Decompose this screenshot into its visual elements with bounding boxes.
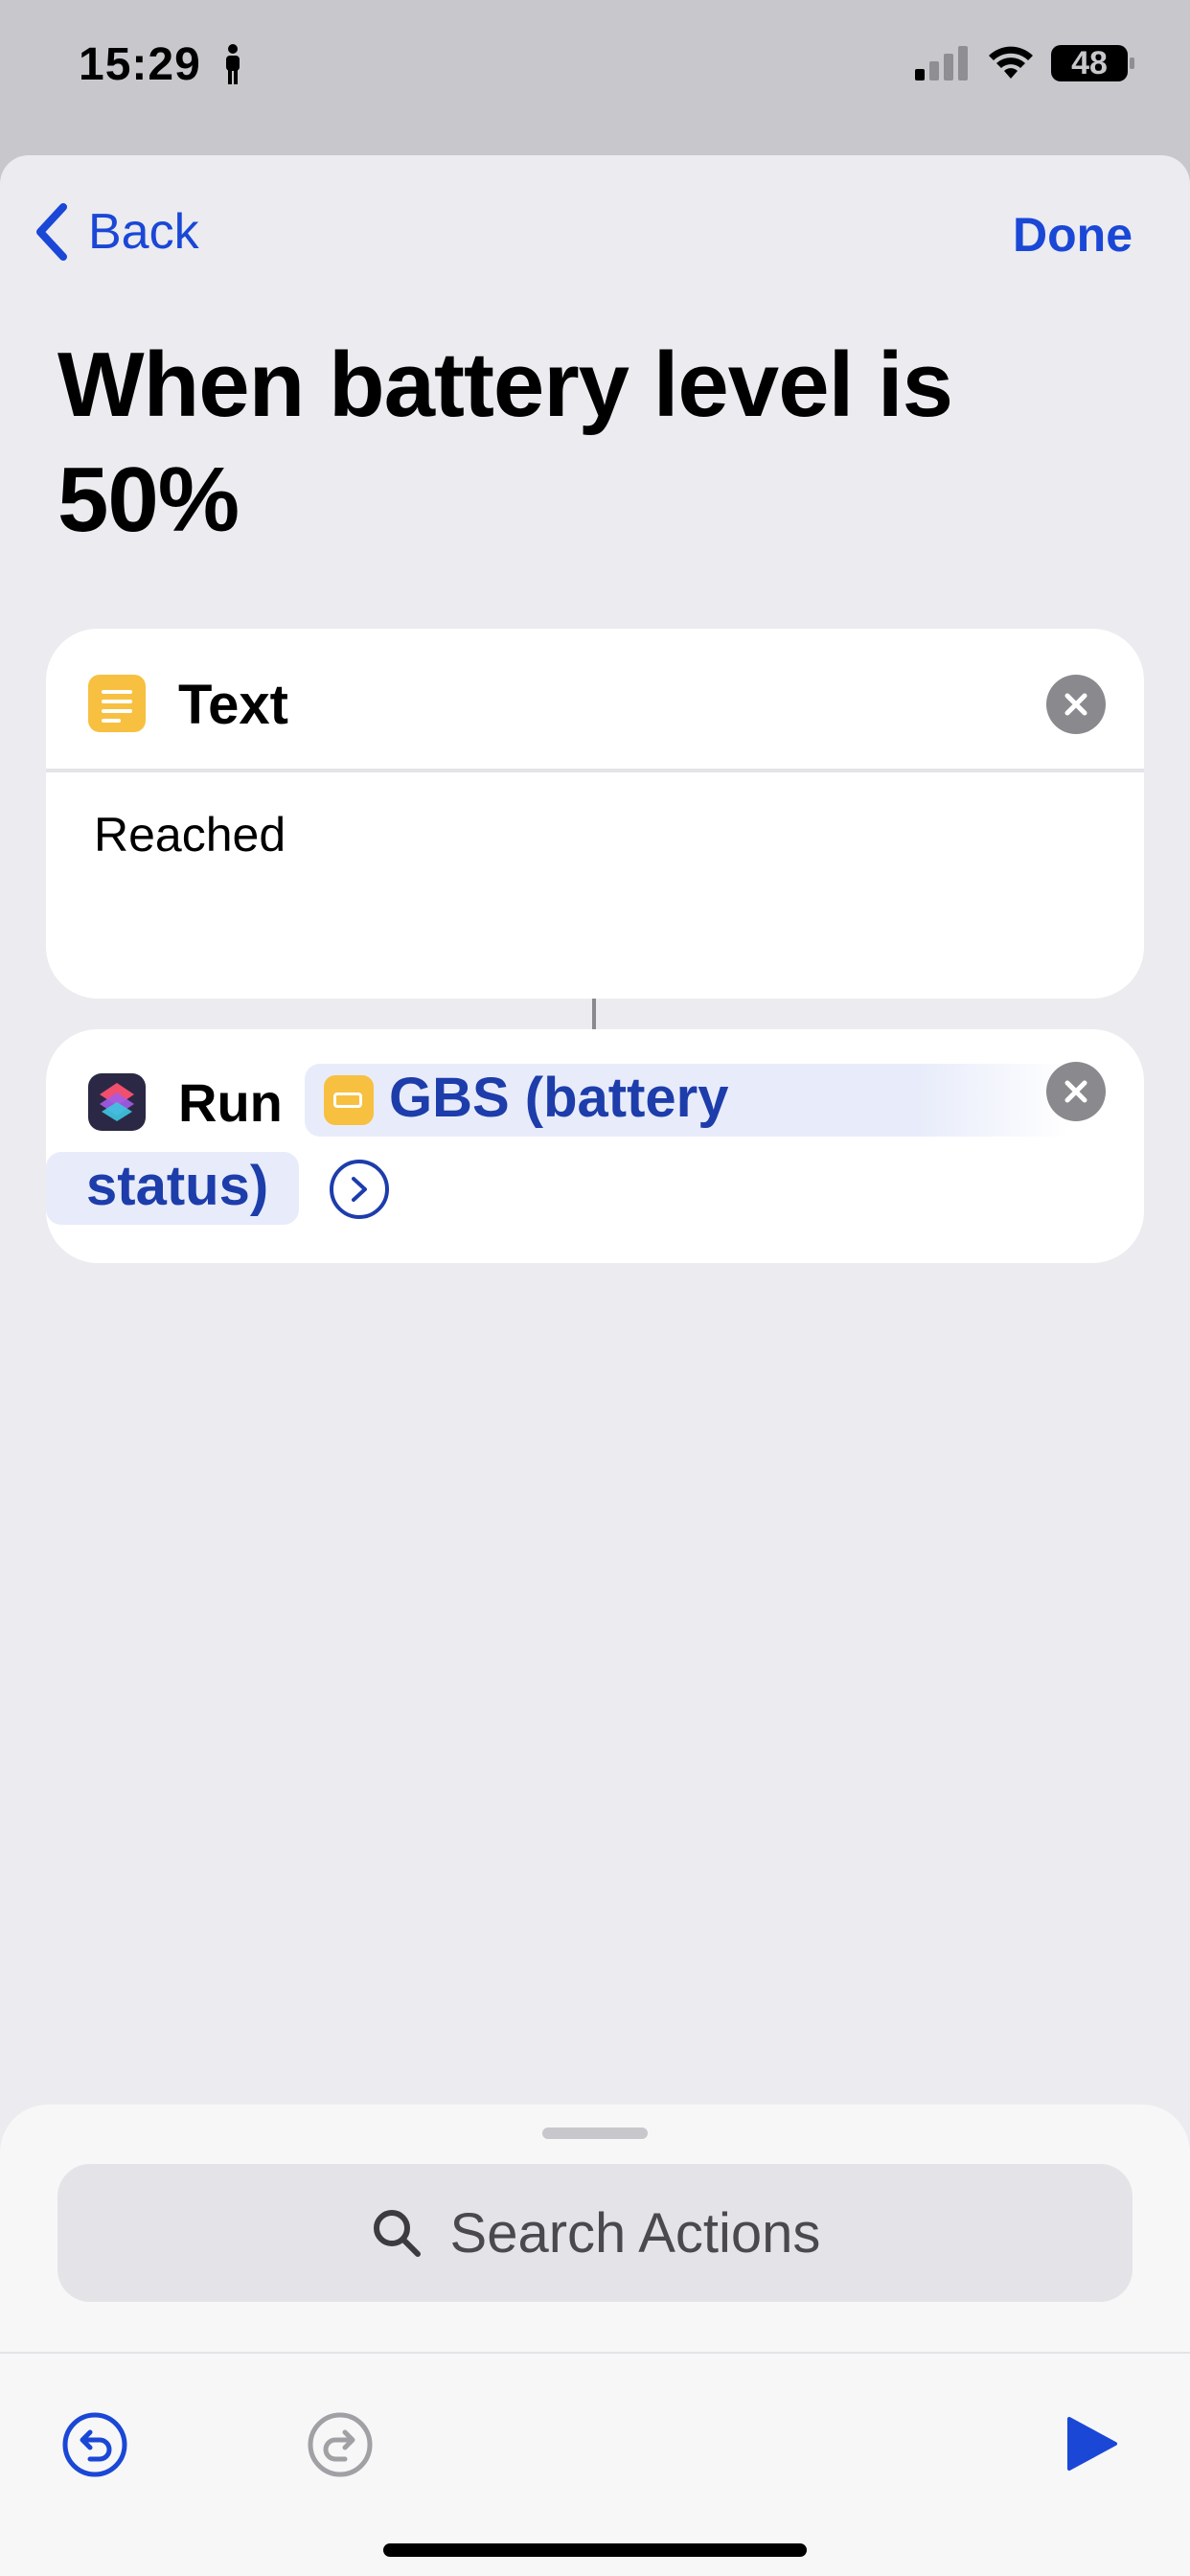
status-time: 15:29 [79, 39, 201, 90]
person-icon [226, 44, 240, 84]
actions-panel: Search Actions [0, 2104, 1190, 2576]
close-icon [1064, 1080, 1087, 1103]
text-action-title: Text [178, 674, 288, 736]
search-icon [373, 2210, 421, 2257]
search-actions-field[interactable]: Search Actions [57, 2164, 1133, 2302]
panel-grabber[interactable] [542, 2128, 648, 2139]
run-shortcut-action-card[interactable]: Run GBS (battery status) [46, 1029, 1144, 1263]
search-placeholder: Search Actions [449, 2201, 821, 2265]
close-icon [1064, 693, 1087, 716]
done-button[interactable]: Done [1013, 207, 1133, 263]
remove-text-action-button[interactable] [1046, 675, 1106, 734]
battery-level: 48 [1071, 45, 1108, 81]
undo-button[interactable] [61, 2411, 128, 2483]
status-bar: 15:29 48 [0, 0, 1190, 134]
shortcut-token-label[interactable]: GBS (battery [389, 1066, 729, 1130]
signal-icon [915, 46, 968, 80]
text-action-value[interactable]: Reached [94, 807, 286, 862]
run-label: Run [178, 1072, 283, 1133]
remove-run-action-button[interactable] [1046, 1062, 1106, 1121]
show-more-button[interactable] [330, 1160, 389, 1219]
back-label: Back [88, 204, 199, 260]
home-indicator [383, 2543, 807, 2557]
battery-icon: 48 [1051, 45, 1135, 86]
text-action-header: Text [46, 629, 1144, 772]
chevron-left-icon [36, 203, 67, 261]
shortcut-token-label-continued[interactable]: status) [86, 1154, 268, 1218]
shortcuts-icon [88, 1073, 146, 1131]
redo-icon [308, 2412, 373, 2477]
text-action-card[interactable]: Text Reached [46, 629, 1144, 999]
play-icon [1067, 2417, 1117, 2471]
undo-icon [62, 2412, 127, 2477]
toolbar-divider [0, 2352, 1190, 2354]
wifi-icon [989, 46, 1033, 79]
chevron-right-icon [352, 1177, 367, 1202]
text-action-icon [88, 675, 146, 732]
back-button[interactable]: Back [34, 203, 199, 261]
battery-icon [324, 1075, 374, 1125]
redo-button [307, 2411, 374, 2483]
page-title: When battery level is 50% [57, 334, 953, 551]
run-shortcut-button[interactable] [1065, 2415, 1119, 2477]
